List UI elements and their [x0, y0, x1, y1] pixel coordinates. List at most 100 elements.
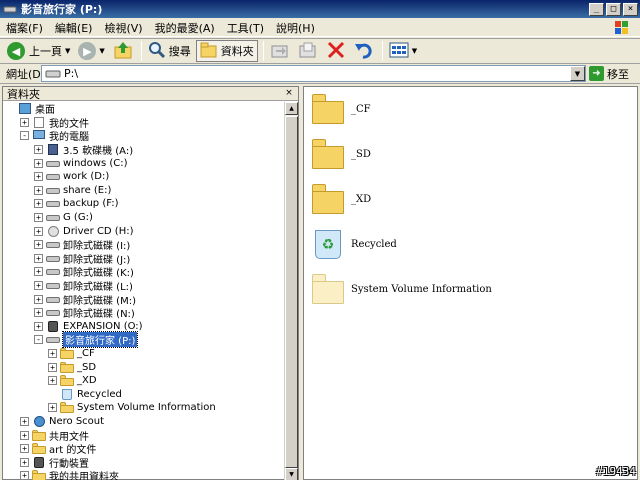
file-item[interactable]: System Volume Information [312, 271, 492, 307]
expand-button[interactable]: + [34, 240, 43, 250]
tree-item[interactable]: + 卸除式磁碟 (M:) [3, 292, 286, 307]
tree-item[interactable]: - 我的電腦 [3, 129, 286, 143]
up-folder-button[interactable] [110, 40, 136, 62]
tree-item[interactable]: +3.5 軟碟機 (A:) [3, 143, 286, 157]
tree-item[interactable]: + _SD [3, 360, 286, 374]
menu-help[interactable]: 說明(H) [270, 20, 321, 36]
tree-item[interactable]: + windows (C:) [3, 156, 286, 170]
expand-button[interactable]: + [34, 294, 43, 304]
menu-edit[interactable]: 編輯(E) [49, 20, 99, 36]
expand-button[interactable]: + [34, 199, 43, 209]
address-dropdown-button[interactable]: ▼ [570, 66, 585, 81]
expand-button[interactable]: + [48, 348, 57, 358]
tree-item[interactable]: + art 的文件 [3, 442, 286, 456]
tree-item[interactable]: + 行動裝置 [3, 455, 286, 470]
expand-button[interactable]: + [20, 117, 29, 127]
tree-item[interactable]: + 我的文件 [3, 116, 286, 130]
tree-item[interactable]: - 影音旅行家 (P:) [3, 331, 286, 349]
drive-icon [46, 239, 60, 250]
toolbar-separator [262, 41, 264, 61]
expand-button[interactable]: + [34, 172, 43, 182]
views-button[interactable]: ▼ [386, 40, 420, 62]
copy-to-button[interactable] [295, 40, 321, 62]
forward-button[interactable]: ▶ ▼ [75, 40, 107, 62]
expand-button[interactable]: + [34, 226, 43, 236]
expand-button[interactable]: + [20, 416, 29, 426]
address-input[interactable]: P:\ ▼ [41, 65, 586, 82]
views-icon [389, 41, 409, 62]
tree-item[interactable]: + 卸除式磁碟 (N:) [3, 306, 286, 320]
chevron-down-icon[interactable]: ▼ [412, 47, 417, 55]
close-icon[interactable]: × [283, 88, 295, 99]
file-item[interactable]: ♻ Recycled [312, 226, 397, 262]
go-arrow-icon: ➜ [589, 66, 604, 81]
toolbar: ◀ 上一頁 ▼ ▶ ▼ 搜尋 資料夾 ▼ [0, 38, 640, 64]
menu-tools[interactable]: 工具(T) [221, 20, 270, 36]
scroll-up-button[interactable]: ▲ [285, 102, 298, 115]
expand-button[interactable]: + [34, 253, 43, 263]
file-item[interactable]: _SD [312, 136, 371, 172]
collapse-button[interactable]: - [20, 131, 29, 141]
expand-button[interactable]: + [20, 457, 29, 467]
menu-file[interactable]: 檔案(F) [0, 20, 49, 36]
tree-item[interactable]: + _CF [3, 347, 286, 361]
expand-button[interactable]: + [34, 185, 43, 195]
back-button[interactable]: ◀ 上一頁 ▼ [4, 40, 73, 62]
file-item[interactable]: _XD [312, 181, 371, 217]
tree-item[interactable]: + backup (F:) [3, 197, 286, 211]
vertical-scrollbar[interactable]: ▲ ▼ [284, 102, 298, 480]
expand-button[interactable]: + [34, 158, 43, 168]
expand-button[interactable]: + [34, 308, 43, 318]
expand-button[interactable]: + [48, 403, 57, 413]
file-item[interactable]: _CF [312, 91, 371, 127]
tree-item[interactable]: + 共用文件 [3, 428, 286, 443]
close-button[interactable]: × [623, 2, 638, 16]
scroll-down-button[interactable]: ▼ [285, 468, 298, 480]
expand-button[interactable]: + [48, 362, 57, 372]
chevron-down-icon[interactable]: ▼ [65, 47, 70, 55]
folders-button[interactable]: 資料夾 [195, 40, 258, 62]
tree-item[interactable]: + EXPANSION (O:) [3, 320, 286, 334]
menu-favorites[interactable]: 我的最愛(A) [149, 20, 221, 36]
menu-view[interactable]: 檢視(V) [98, 20, 148, 36]
expand-button[interactable]: + [20, 444, 29, 454]
collapse-button[interactable]: - [34, 335, 43, 345]
undo-button[interactable] [351, 40, 377, 62]
drive-icon [46, 212, 60, 223]
tree-item[interactable]: + Nero Scout [3, 415, 286, 429]
delete-button[interactable] [323, 40, 349, 62]
tree-item[interactable]: + 卸除式磁碟 (L:) [3, 279, 286, 293]
tree-item-label: EXPANSION (O:) [63, 320, 143, 332]
tree-item-label: Recycled [77, 388, 122, 400]
tree-item[interactable]: + 卸除式磁碟 (I:) [3, 238, 286, 252]
tree-item[interactable]: + 卸除式磁碟 (K:) [3, 265, 286, 279]
tree-item[interactable]: + _XD [3, 374, 286, 388]
toolbar-separator [140, 41, 142, 61]
tree-item[interactable]: + System Volume Information [3, 401, 286, 415]
expand-button[interactable]: + [20, 471, 29, 480]
maximize-button[interactable]: □ [606, 2, 621, 16]
search-button[interactable]: 搜尋 [145, 40, 194, 62]
go-button[interactable]: ➜ 移至 [589, 65, 629, 82]
expand-button[interactable]: + [34, 321, 43, 331]
move-to-button[interactable] [267, 40, 293, 62]
expand-button[interactable]: + [48, 376, 57, 386]
tree-item[interactable]: Recycled [3, 387, 286, 401]
scroll-thumb[interactable] [285, 116, 298, 468]
tree-item[interactable]: + 我的共用資料夾 [3, 469, 286, 480]
back-label: 上一頁 [29, 45, 62, 58]
tree-item[interactable]: + share (E:) [3, 184, 286, 198]
expand-button[interactable]: + [34, 145, 43, 155]
expand-button[interactable]: + [34, 213, 43, 223]
expand-button[interactable]: + [34, 281, 43, 291]
expand-button[interactable]: + [34, 267, 43, 277]
tree-item[interactable]: + work (D:) [3, 170, 286, 184]
tree-item[interactable]: 桌面 [3, 102, 286, 116]
tree-item[interactable]: + G (G:) [3, 211, 286, 225]
tree-item[interactable]: + 卸除式磁碟 (J:) [3, 252, 286, 266]
chevron-down-icon[interactable]: ▼ [99, 47, 104, 55]
minimize-button[interactable]: _ [589, 2, 604, 16]
expand-button[interactable]: + [20, 430, 29, 440]
tree-item[interactable]: + Driver CD (H:) [3, 224, 286, 238]
tree-item-label: work (D:) [63, 171, 110, 183]
